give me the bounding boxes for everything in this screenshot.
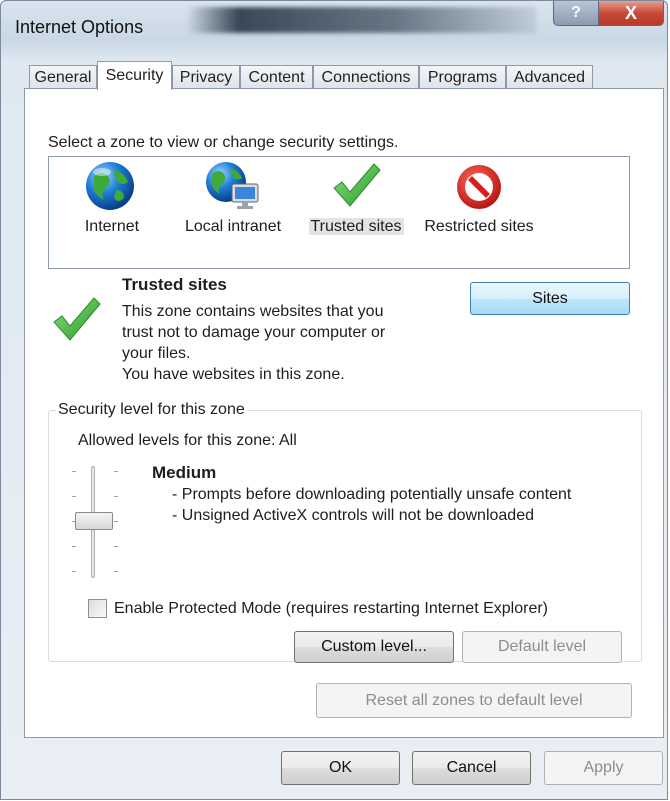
- zone-restricted-sites[interactable]: Restricted sites: [420, 158, 538, 268]
- slider-tick: [72, 471, 76, 472]
- security-level-slider-thumb[interactable]: [75, 512, 113, 530]
- selected-zone-checkmark-icon: [53, 297, 101, 341]
- tab-advanced[interactable]: Advanced: [506, 65, 593, 89]
- tab-programs[interactable]: Programs: [419, 65, 506, 89]
- selected-zone-description-line-2: trust not to damage your computer or: [122, 324, 386, 341]
- selected-zone-title: Trusted sites: [122, 275, 227, 294]
- zone-trusted-sites-text: Trusted sites: [308, 218, 404, 235]
- intranet-globe-monitor-icon: [206, 162, 259, 209]
- security-level-name: Medium: [152, 463, 217, 482]
- custom-level-button[interactable]: Custom level...: [294, 631, 454, 663]
- slider-tick: [114, 496, 118, 497]
- close-button[interactable]: X: [598, 1, 664, 26]
- window-title: Internet Options: [15, 17, 144, 37]
- tab-privacy[interactable]: Privacy: [172, 65, 240, 89]
- tab-connections[interactable]: Connections: [313, 65, 419, 89]
- allowed-levels-text: Allowed levels for this zone: All: [78, 432, 297, 449]
- security-level-point-1: - Prompts before downloading potentially…: [172, 486, 572, 503]
- tab-content[interactable]: Content: [240, 65, 313, 89]
- zone-prompt: Select a zone to view or change security…: [48, 134, 399, 151]
- red-prohibited-icon: [457, 165, 501, 209]
- selected-zone-description-line-3: your files.: [122, 345, 191, 362]
- apply-button[interactable]: Apply: [544, 751, 663, 785]
- sites-button[interactable]: Sites: [470, 282, 630, 315]
- zone-local-intranet[interactable]: Local intranet: [178, 158, 288, 268]
- slider-tick: [72, 546, 76, 547]
- selected-zone-description-line-1: This zone contains websites that you: [122, 303, 384, 320]
- zone-trusted-sites-label: Trusted sites: [304, 218, 408, 236]
- help-button[interactable]: ?: [553, 1, 599, 26]
- selected-zone-description-line-4: You have websites in this zone.: [122, 366, 345, 383]
- ok-button[interactable]: OK: [281, 751, 400, 785]
- security-level-legend: Security level for this zone: [56, 401, 247, 419]
- zone-internet-label: Internet: [84, 218, 140, 235]
- tab-general[interactable]: General: [29, 65, 97, 89]
- zone-local-intranet-label: Local intranet: [184, 218, 282, 235]
- title-bar[interactable]: Internet Options ? X: [1, 1, 667, 55]
- slider-tick: [114, 571, 118, 572]
- protected-mode-label[interactable]: Enable Protected Mode (requires restarti…: [114, 600, 548, 618]
- slider-tick: [114, 521, 118, 522]
- slider-tick: [72, 496, 76, 497]
- zone-restricted-sites-label: Restricted sites: [424, 218, 534, 235]
- zone-trusted-sites[interactable]: Trusted sites: [304, 158, 408, 268]
- green-checkmark-icon: [333, 163, 381, 207]
- globe-icon: [86, 162, 134, 210]
- protected-mode-checkbox[interactable]: [88, 599, 107, 618]
- slider-tick: [114, 546, 118, 547]
- cancel-button[interactable]: Cancel: [412, 751, 531, 785]
- security-level-point-2: - Unsigned ActiveX controls will not be …: [172, 507, 534, 524]
- reset-all-zones-button[interactable]: Reset all zones to default level: [316, 683, 632, 718]
- slider-tick: [114, 471, 118, 472]
- default-level-button[interactable]: Default level: [462, 631, 622, 663]
- zone-internet[interactable]: Internet: [70, 158, 154, 268]
- slider-tick: [72, 571, 76, 572]
- title-bar-glass: [186, 7, 536, 33]
- tab-security[interactable]: Security: [97, 61, 172, 90]
